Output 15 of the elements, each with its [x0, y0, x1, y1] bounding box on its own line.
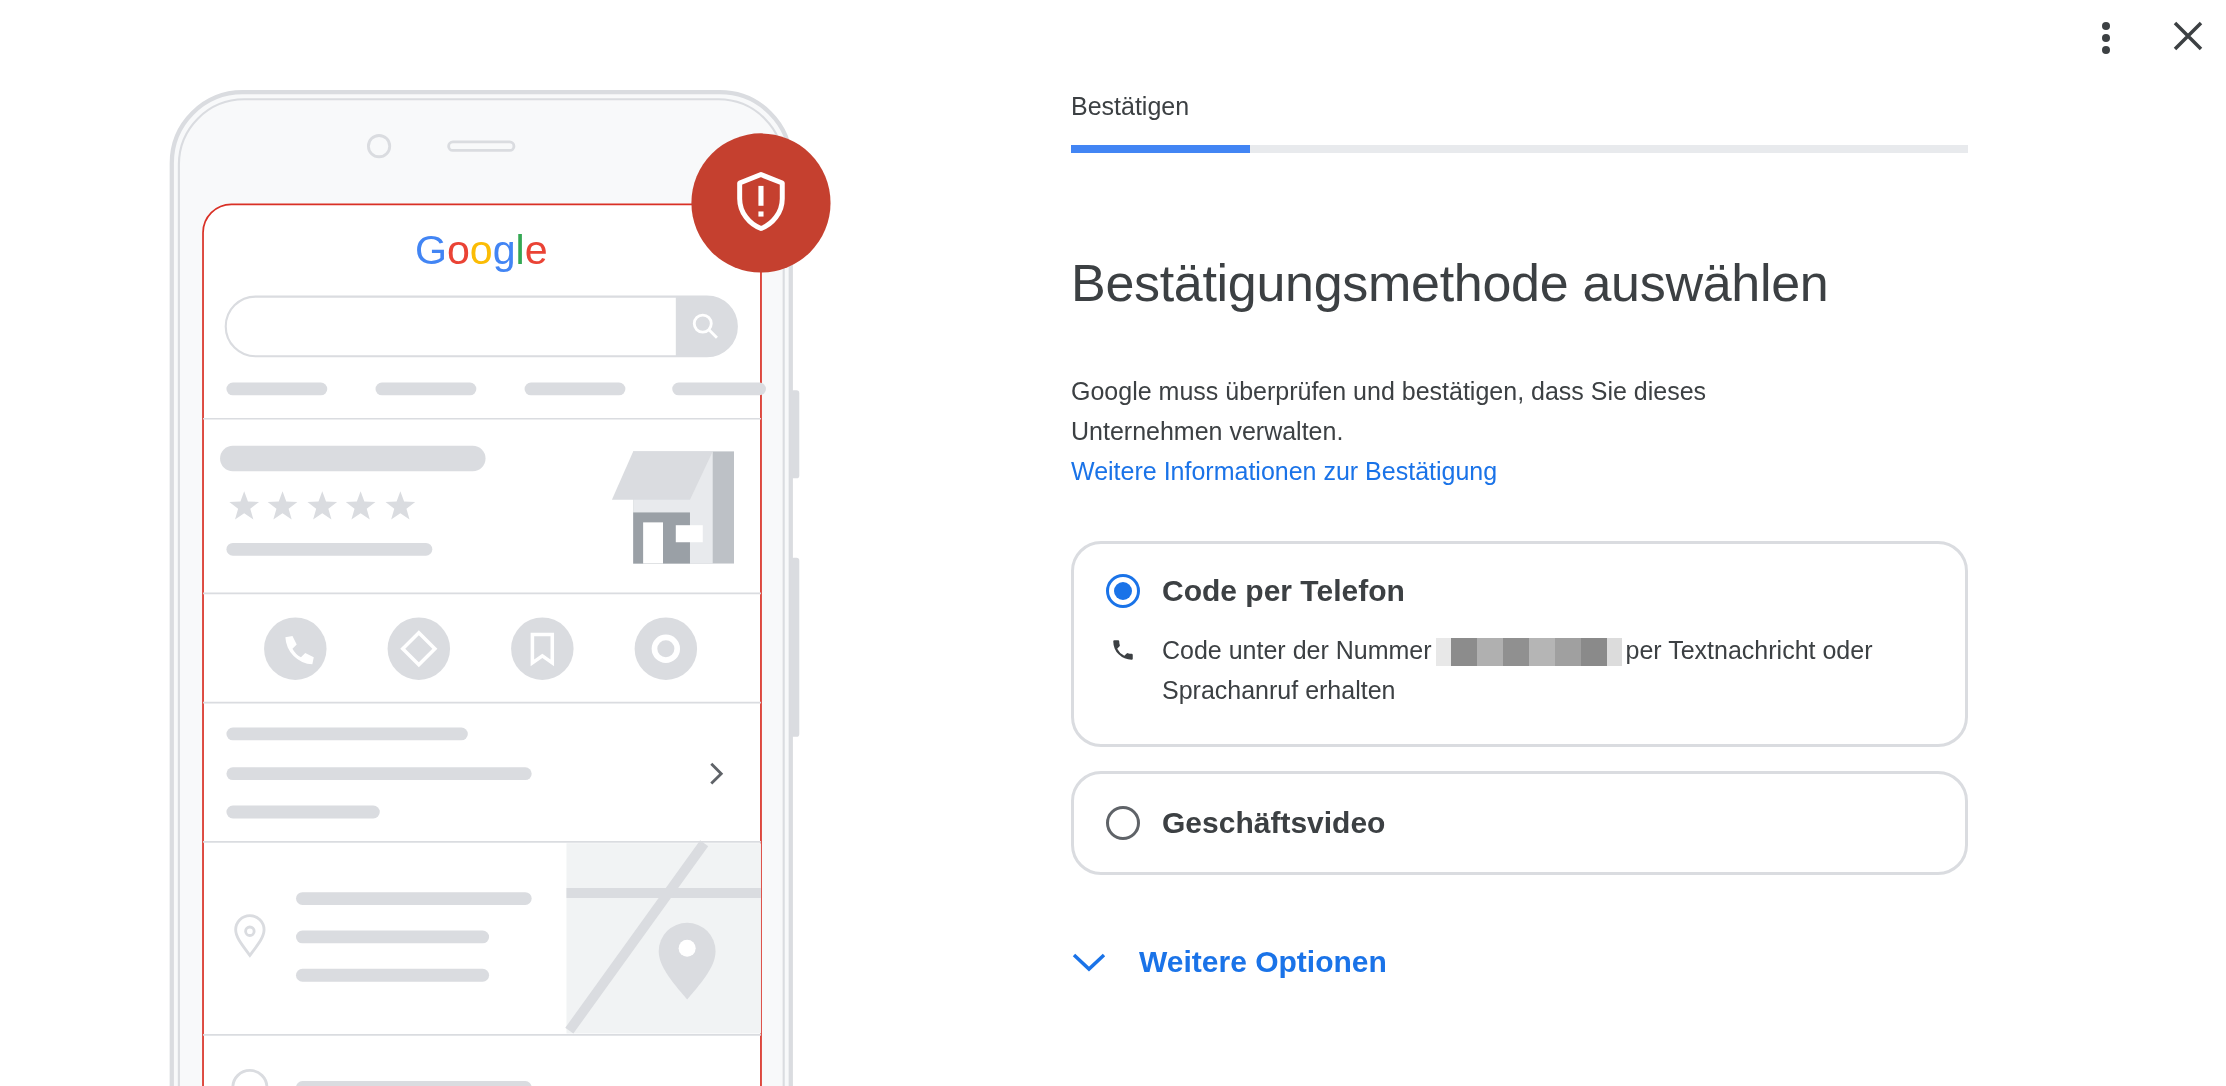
option-card[interactable]: Geschäftsvideo — [1071, 771, 1968, 875]
option-card[interactable]: Code per Telefon Code unter der Nummer per Textnachricht oder Sprachanruf erhalten — [1071, 541, 1968, 747]
step-label: Bestätigen — [1071, 92, 1191, 121]
radio-button[interactable] — [1106, 806, 1140, 840]
radio-button[interactable] — [1106, 574, 1140, 608]
learn-more-link[interactable]: Weitere Informationen zur Bestätigung — [1071, 451, 1498, 491]
shield-alert-icon — [691, 133, 831, 273]
more-options-button[interactable]: Weitere Optionen — [1071, 945, 1387, 979]
option-label: Geschäftsvideo — [1162, 806, 1386, 840]
description-text: Google muss überprüfen und bestätigen, dass Sie dieses Unternehmen verwalten. — [1071, 376, 1708, 447]
phone-icon — [1110, 637, 1136, 663]
google-logo: Google — [414, 227, 548, 273]
option-label: Code per Telefon — [1162, 574, 1405, 608]
option-detail: Code unter der Nummer per Textnachricht oder Sprachanruf erhalten — [1162, 635, 1874, 706]
page-title: Bestätigungsmethode auswählen — [1071, 253, 1830, 313]
